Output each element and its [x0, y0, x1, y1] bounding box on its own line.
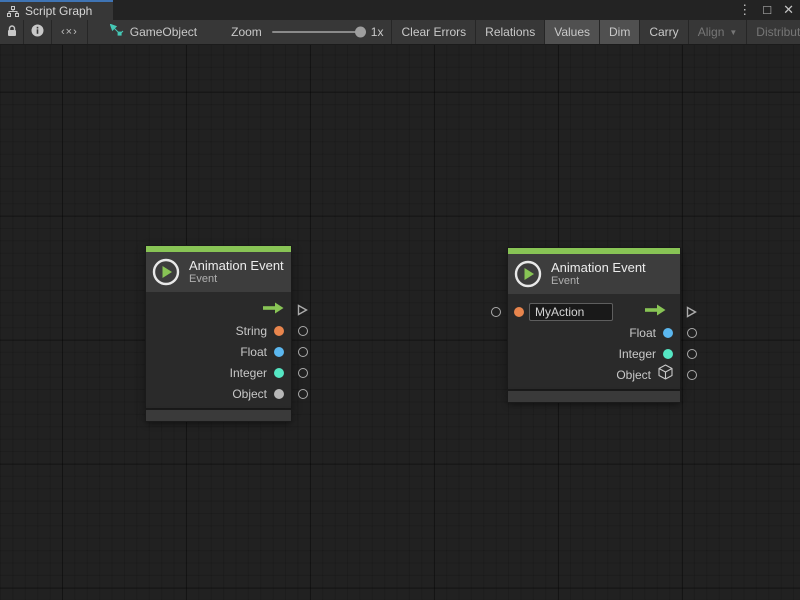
float-output-port[interactable] — [687, 328, 697, 338]
float-output-port[interactable] — [298, 347, 308, 357]
action-name-field[interactable] — [529, 303, 613, 321]
zoom-value: 1x — [371, 25, 384, 39]
node-subtitle: Event — [551, 275, 646, 288]
node-header[interactable]: Animation Event Event — [146, 252, 291, 292]
node-header[interactable]: Animation Event Event — [508, 254, 680, 294]
output-row-string: String — [146, 320, 291, 341]
output-row-float: Float — [146, 341, 291, 362]
output-row-integer: Integer — [146, 362, 291, 383]
info-button[interactable] — [24, 20, 52, 44]
graph-canvas[interactable]: Animation Event Event — [0, 45, 800, 600]
flow-arrow-icon — [644, 303, 666, 321]
flow-arrow-icon — [262, 301, 284, 319]
code-view-icon: ‹×› — [61, 26, 78, 38]
output-row-object: Object — [146, 383, 291, 404]
node-subtitle: Event — [189, 273, 284, 286]
dim-button[interactable]: Dim — [600, 20, 640, 44]
zoom-slider[interactable] — [272, 31, 364, 33]
graph-toolbar: ‹×› GameObject Zoom 1x — [0, 20, 800, 45]
integer-output-port[interactable] — [687, 349, 697, 359]
relations-button[interactable]: Relations — [476, 20, 545, 44]
animation-event-node-1[interactable]: Animation Event Event — [146, 246, 291, 421]
string-type-dot — [274, 326, 284, 336]
node-body: String Float Integer — [146, 292, 291, 408]
integer-type-dot — [663, 349, 673, 359]
event-play-icon — [152, 258, 180, 286]
flow-output-port[interactable] — [296, 304, 308, 316]
output-row-integer: Integer — [508, 343, 680, 364]
object-type-dot — [274, 389, 284, 399]
values-button[interactable]: Values — [545, 20, 600, 44]
align-button[interactable]: Align ▼ — [689, 20, 748, 44]
graph-hierarchy-icon — [7, 6, 19, 17]
node-title: Animation Event — [189, 258, 284, 273]
float-type-dot — [663, 328, 673, 338]
output-row-float: Float — [508, 322, 680, 343]
script-graph-asset-icon — [110, 24, 124, 40]
info-icon — [31, 24, 44, 40]
graph-reference-label: GameObject — [130, 25, 197, 39]
zoom-slider-thumb[interactable] — [355, 27, 366, 38]
flow-output-port[interactable] — [685, 306, 697, 318]
distribute-button[interactable]: Distribute ▼ — [747, 20, 800, 44]
lock-icon — [7, 25, 17, 40]
object-output-port[interactable] — [298, 389, 308, 399]
event-play-icon — [514, 260, 542, 288]
integer-output-port[interactable] — [298, 368, 308, 378]
dropdown-arrow-icon: ▼ — [729, 28, 737, 37]
lock-button[interactable] — [0, 20, 24, 44]
script-graph-window: Script Graph ⋮ □ ✕ — [0, 0, 800, 600]
name-input-row — [508, 301, 680, 322]
clear-errors-button[interactable]: Clear Errors — [391, 20, 476, 44]
string-output-port[interactable] — [298, 326, 308, 336]
title-bar: Script Graph ⋮ □ ✕ — [0, 0, 800, 20]
code-view-button[interactable]: ‹×› — [52, 20, 88, 44]
animation-event-node-2[interactable]: Animation Event Event — [508, 248, 680, 402]
zoom-label: Zoom — [231, 25, 262, 39]
zoom-control: Zoom 1x — [231, 20, 383, 44]
node-footer — [508, 391, 680, 402]
name-input-port[interactable] — [491, 307, 501, 317]
flow-output-row — [146, 299, 291, 320]
node-body: Float Integer Object — [508, 294, 680, 389]
object-output-port[interactable] — [687, 370, 697, 380]
close-icon[interactable]: ✕ — [783, 0, 794, 20]
integer-type-dot — [274, 368, 284, 378]
float-type-dot — [274, 347, 284, 357]
string-type-dot — [514, 307, 524, 317]
tab-label: Script Graph — [25, 4, 92, 18]
carry-button[interactable]: Carry — [640, 20, 688, 44]
tab-script-graph[interactable]: Script Graph — [0, 0, 113, 20]
cube-icon — [658, 364, 673, 385]
output-row-object: Object — [508, 364, 680, 385]
window-controls: ⋮ □ ✕ — [738, 0, 794, 20]
toolbar-button-group: Clear Errors Relations Values Dim Carry … — [391, 20, 800, 44]
graph-reference[interactable]: GameObject — [106, 20, 201, 44]
more-options-icon[interactable]: ⋮ — [738, 0, 751, 20]
node-title: Animation Event — [551, 260, 646, 275]
node-footer — [146, 410, 291, 421]
maximize-icon[interactable]: □ — [763, 0, 771, 20]
